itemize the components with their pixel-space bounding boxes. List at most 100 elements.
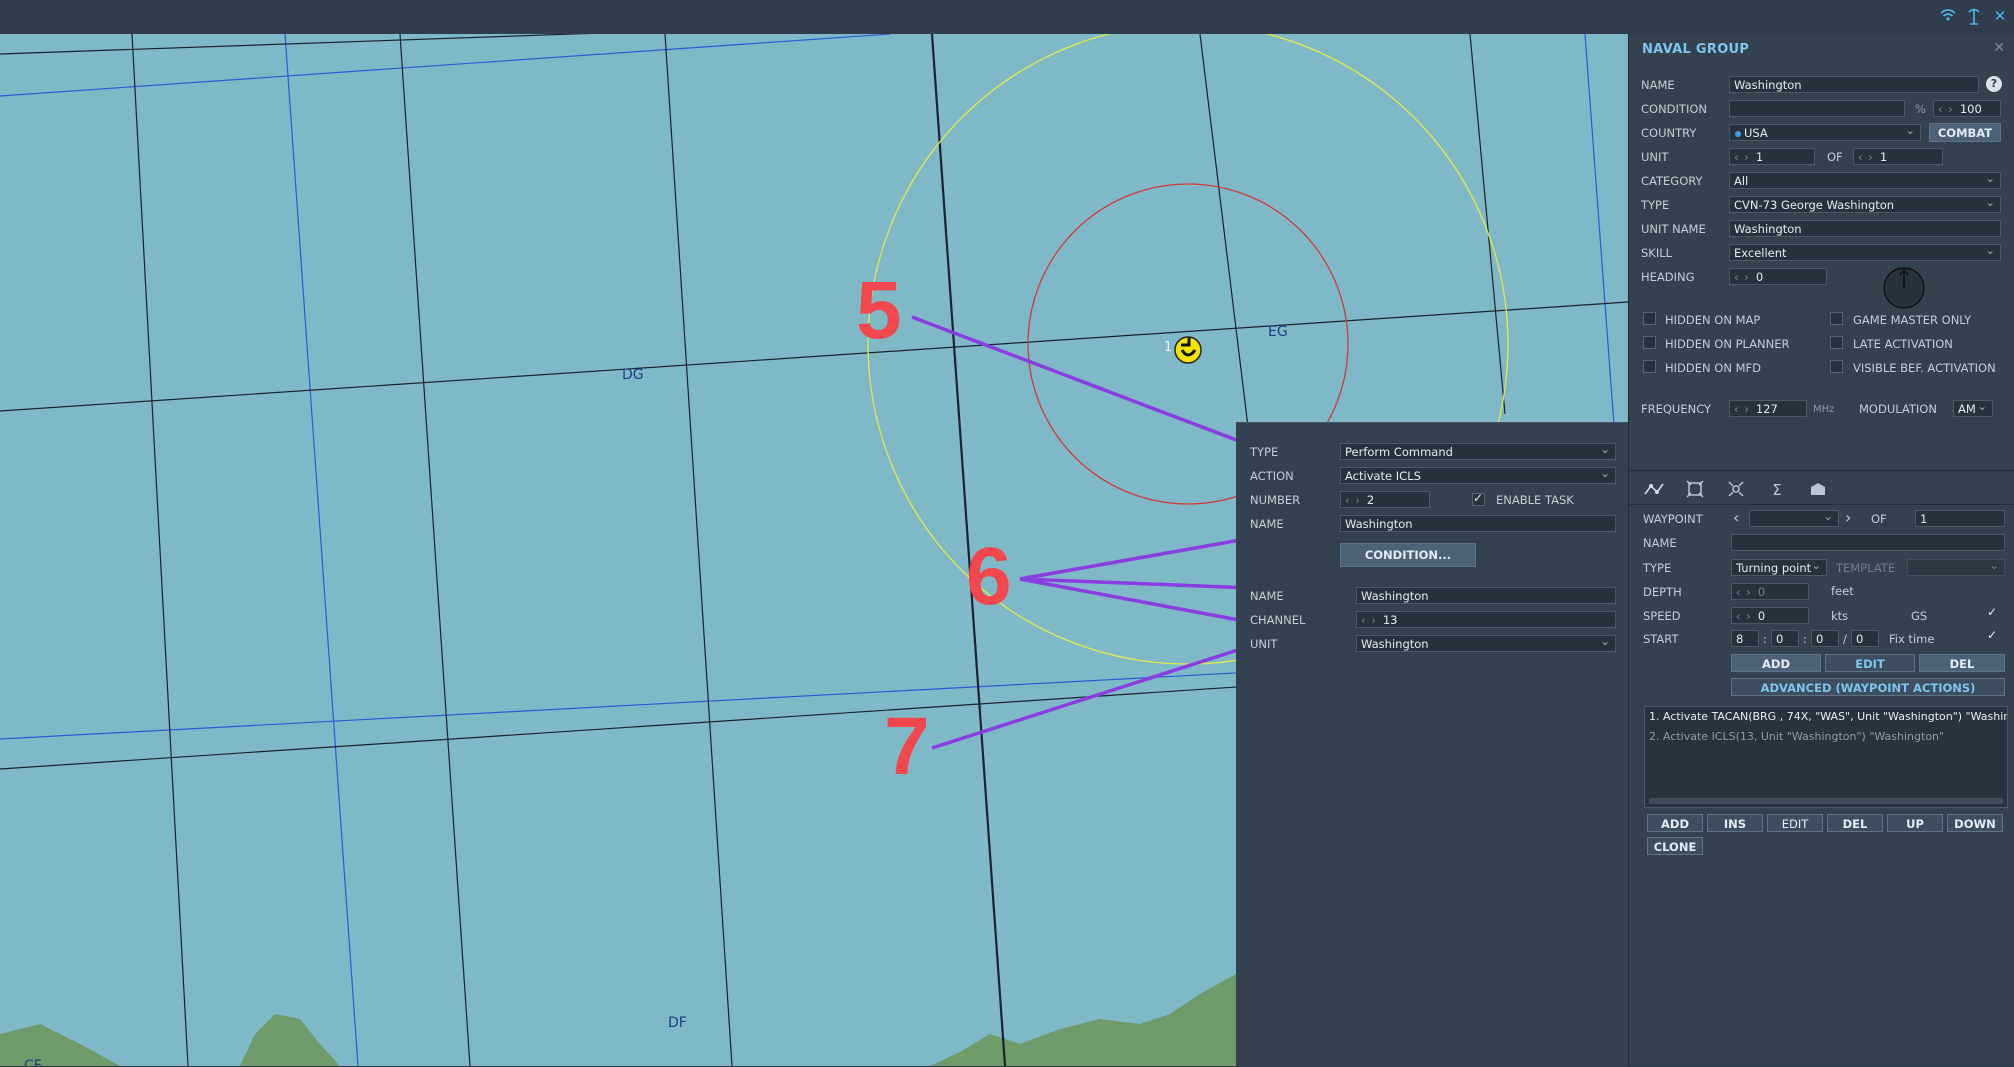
speed-unit-label: kts bbox=[1831, 609, 1849, 623]
late-activation-label: LATE ACTIVATION bbox=[1853, 337, 1953, 351]
command-unit-select[interactable]: Washington bbox=[1356, 635, 1616, 652]
depth-unit-label: feet bbox=[1831, 584, 1854, 598]
triggers-tab-icon[interactable] bbox=[1682, 480, 1708, 500]
command-name-input[interactable]: Washington bbox=[1356, 587, 1616, 604]
visible-bef-activation-label: VISIBLE BEF. ACTIVATION bbox=[1853, 361, 1996, 375]
route-tab-icon[interactable] bbox=[1641, 480, 1667, 500]
task-dialog: TYPE Perform Command ACTION Activate ICL… bbox=[1236, 422, 1628, 1067]
grid-label-dg: DG bbox=[622, 367, 644, 383]
frequency-stepper[interactable]: 127 bbox=[1729, 400, 1807, 417]
gs-checkbox[interactable] bbox=[1987, 605, 2000, 621]
list-item[interactable]: 1. Activate TACAN(BRG , 74X, "WAS", Unit… bbox=[1645, 707, 2007, 727]
waypoint-actions-list[interactable]: 1. Activate TACAN(BRG , 74X, "WAS", Unit… bbox=[1644, 706, 2008, 808]
waypoint-add-button[interactable]: ADD bbox=[1731, 654, 1821, 672]
skill-select[interactable]: Excellent bbox=[1729, 244, 2001, 261]
grid-label-eg: EG bbox=[1268, 324, 1288, 340]
template-select[interactable] bbox=[1907, 559, 2005, 576]
action-ins-button[interactable]: INS bbox=[1707, 814, 1763, 832]
panel-close-icon[interactable]: ✕ bbox=[1993, 40, 2005, 56]
category-select[interactable]: All bbox=[1729, 172, 2001, 189]
action-add-button[interactable]: ADD bbox=[1647, 814, 1703, 832]
hidden-on-planner-checkbox[interactable] bbox=[1643, 336, 1656, 349]
action-down-button[interactable]: DOWN bbox=[1947, 814, 2003, 832]
section-divider bbox=[1629, 504, 2014, 505]
waypoint-type-select[interactable]: Turning point bbox=[1731, 559, 1827, 576]
hidden-on-map-checkbox[interactable] bbox=[1643, 312, 1656, 325]
payload-tab-icon[interactable] bbox=[1723, 480, 1749, 500]
task-name-input[interactable]: Washington bbox=[1340, 515, 1616, 532]
section-divider bbox=[1629, 470, 2014, 471]
visible-bef-activation-checkbox[interactable] bbox=[1830, 360, 1843, 373]
close-icon[interactable]: ✕ bbox=[1990, 6, 2010, 26]
unit-stepper[interactable]: 1 bbox=[1729, 148, 1815, 165]
unit-name-input[interactable]: Washington bbox=[1729, 220, 2001, 237]
condition-stepper[interactable]: 100 bbox=[1933, 100, 2001, 117]
late-activation-checkbox[interactable] bbox=[1830, 336, 1843, 349]
speed-label: SPEED bbox=[1643, 609, 1681, 623]
start-hours-input[interactable]: 8 bbox=[1731, 630, 1759, 647]
combat-button[interactable]: COMBAT bbox=[1929, 123, 2001, 142]
hidden-on-mfd-label: HIDDEN ON MFD bbox=[1665, 361, 1761, 375]
wifi-icon[interactable] bbox=[1938, 6, 1958, 26]
group-name-input[interactable]: Washington bbox=[1729, 76, 1979, 93]
annotation-number-6: 6 bbox=[966, 531, 1012, 622]
start-frame-input[interactable]: 0 bbox=[1851, 630, 1879, 647]
frequency-label: FREQUENCY bbox=[1641, 402, 1712, 416]
hangar-tab-icon[interactable] bbox=[1805, 480, 1831, 500]
task-number-stepper[interactable]: 2 bbox=[1340, 491, 1430, 508]
action-clone-button[interactable]: CLONE bbox=[1647, 837, 1703, 855]
heading-stepper[interactable]: 0 bbox=[1729, 268, 1827, 285]
antenna-icon[interactable] bbox=[1964, 6, 1984, 26]
naval-group-panel: NAVAL GROUP ✕ NAME Washington ? CONDITIO… bbox=[1628, 34, 2014, 1066]
task-action-select[interactable]: Activate ICLS bbox=[1340, 467, 1616, 484]
waypoint-edit-button[interactable]: EDIT bbox=[1825, 654, 1915, 672]
enable-task-checkbox[interactable] bbox=[1472, 491, 1485, 506]
fix-time-checkbox[interactable] bbox=[1987, 628, 2000, 644]
task-number-label: NUMBER bbox=[1250, 493, 1301, 507]
waypoint-next-icon[interactable]: › bbox=[1845, 508, 1851, 527]
start-minutes-input[interactable]: 0 bbox=[1771, 630, 1799, 647]
task-name-label: NAME bbox=[1250, 517, 1284, 531]
top-bar: ✕ bbox=[0, 0, 2014, 35]
country-value: USA bbox=[1744, 126, 1768, 140]
grid-label-cf: CF bbox=[24, 1058, 42, 1066]
unit-name-label: UNIT NAME bbox=[1641, 222, 1706, 236]
list-scrollbar[interactable] bbox=[1649, 798, 2003, 804]
game-master-only-label: GAME MASTER ONLY bbox=[1853, 313, 1972, 327]
help-icon[interactable]: ? bbox=[1986, 76, 2002, 92]
unit-number-label: 1 bbox=[1164, 340, 1173, 355]
country-select[interactable]: USA bbox=[1729, 124, 1921, 141]
action-up-button[interactable]: UP bbox=[1887, 814, 1943, 832]
channel-stepper[interactable]: 13 bbox=[1356, 611, 1616, 628]
condition-button[interactable]: CONDITION... bbox=[1340, 543, 1476, 567]
action-edit-button[interactable]: EDIT bbox=[1767, 814, 1823, 832]
speed-stepper[interactable]: 0 bbox=[1731, 607, 1809, 624]
list-item[interactable]: 2. Activate ICLS(13, Unit "Washington") … bbox=[1645, 727, 2007, 747]
time-slash: / bbox=[1843, 632, 1847, 646]
template-label: TEMPLATE bbox=[1836, 561, 1896, 575]
country-dot-icon bbox=[1735, 131, 1741, 137]
modulation-select[interactable]: AM bbox=[1953, 400, 1993, 417]
action-del-button[interactable]: DEL bbox=[1827, 814, 1883, 832]
name-label: NAME bbox=[1641, 78, 1675, 92]
heading-dial-icon[interactable] bbox=[1882, 266, 1926, 310]
waypoint-count: 1 bbox=[1915, 510, 2005, 527]
hidden-on-mfd-checkbox[interactable] bbox=[1643, 360, 1656, 373]
time-colon: : bbox=[1803, 632, 1807, 646]
waypoint-del-button[interactable]: DEL bbox=[1919, 654, 2005, 672]
unit-of-stepper[interactable]: 1 bbox=[1853, 148, 1943, 165]
condition-input[interactable] bbox=[1729, 100, 1905, 117]
hidden-on-planner-label: HIDDEN ON PLANNER bbox=[1665, 337, 1790, 351]
waypoint-prev-icon[interactable]: ‹ bbox=[1733, 508, 1739, 527]
panel-title: NAVAL GROUP bbox=[1642, 42, 1750, 57]
percent-label: % bbox=[1915, 102, 1926, 116]
waypoint-select[interactable] bbox=[1749, 510, 1839, 527]
advanced-waypoint-actions-button[interactable]: ADVANCED (WAYPOINT ACTIONS) bbox=[1731, 678, 2005, 696]
start-seconds-input[interactable]: 0 bbox=[1811, 630, 1839, 647]
summary-tab-icon[interactable]: Σ bbox=[1764, 480, 1790, 500]
waypoint-name-input[interactable] bbox=[1731, 534, 2005, 551]
game-master-only-checkbox[interactable] bbox=[1830, 312, 1843, 325]
type-select[interactable]: CVN-73 George Washington bbox=[1729, 196, 2001, 213]
task-type-select[interactable]: Perform Command bbox=[1340, 443, 1616, 460]
depth-stepper[interactable]: 0 bbox=[1731, 583, 1809, 600]
